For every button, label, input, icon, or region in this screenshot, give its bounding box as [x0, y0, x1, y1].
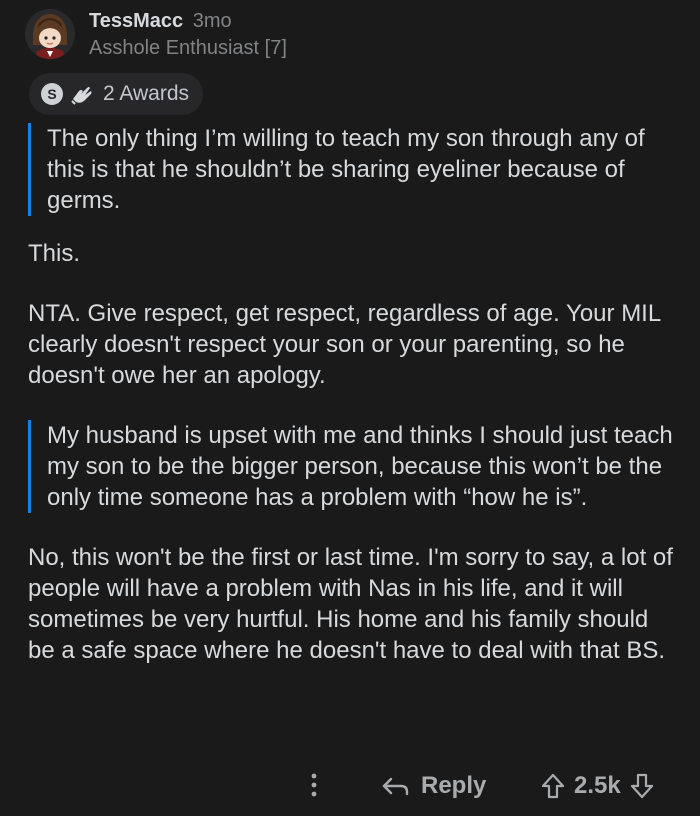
upvote-icon[interactable] — [540, 772, 566, 800]
user-avatar[interactable] — [25, 9, 75, 59]
awards-pill[interactable]: S 2 Awards — [29, 73, 203, 115]
reply-label: Reply — [421, 772, 487, 799]
comment-body: The only thing I’m willing to teach my s… — [28, 123, 678, 666]
reply-icon — [381, 774, 411, 798]
paragraph: NTA. Give respect, get respect, regardle… — [28, 300, 661, 389]
vote-score: 2.5k — [574, 772, 621, 799]
more-options-icon[interactable] — [304, 770, 324, 800]
downvote-icon[interactable] — [629, 772, 655, 800]
author-name[interactable]: TessMacc — [89, 10, 183, 32]
avatar-image — [25, 9, 75, 59]
paragraph: No, this won't be the first or last time… — [28, 544, 673, 664]
paragraph: This. — [28, 240, 81, 267]
blockquote: My husband is upset with me and thinks I… — [28, 420, 678, 513]
silver-award-icon: S — [41, 83, 63, 105]
awards-count: 2 Awards — [103, 82, 189, 105]
blockquote: The only thing I’m willing to teach my s… — [28, 123, 678, 216]
comment: TessMacc 3mo Asshole Enthusiast [7] S 2 … — [0, 0, 700, 816]
user-flair: Asshole Enthusiast [7] — [89, 37, 287, 59]
reply-button[interactable]: Reply — [381, 768, 486, 804]
comment-age: 3mo — [192, 10, 232, 32]
comment-header: TessMacc 3mo — [89, 8, 232, 34]
vote-controls: 2.5k — [540, 768, 655, 804]
helpful-hands-award-icon — [69, 81, 95, 107]
comment-actions: Reply 2.5k — [0, 764, 700, 808]
